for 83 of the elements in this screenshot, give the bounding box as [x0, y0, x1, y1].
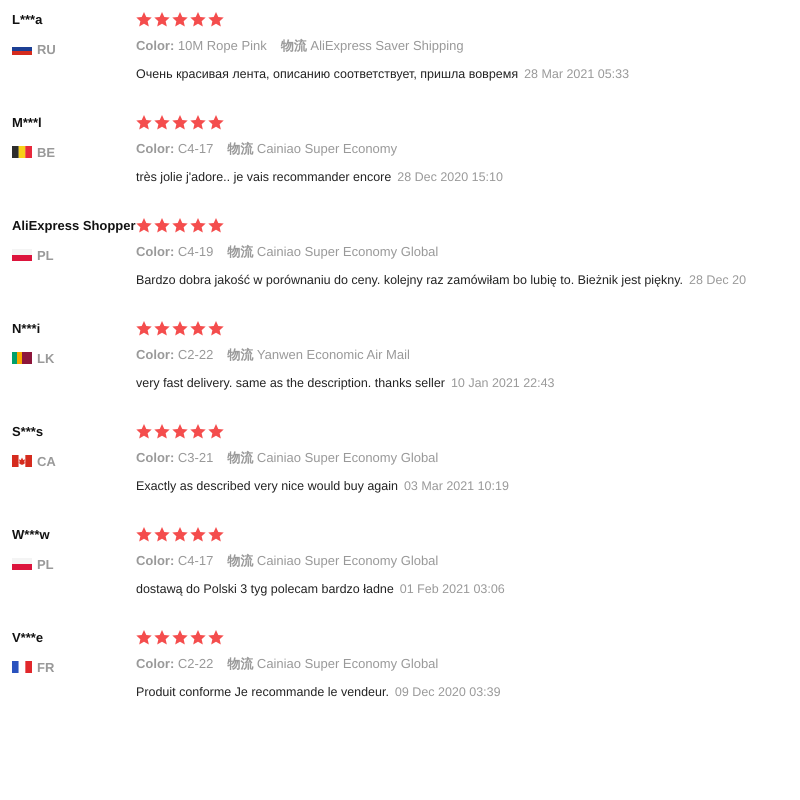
reviewer-name: M***l — [12, 114, 43, 132]
review-date: 28 Mar 2021 05:33 — [524, 66, 630, 82]
review-date: 28 Dec 2020 15:10 — [397, 168, 503, 186]
color-option: Color: C3-21 — [136, 448, 214, 468]
review-text: dostawą do Polski 3 tyg polecam bardzo ładne — [136, 580, 394, 598]
shipping-method: 物流 Cainiao Super Economy Global — [227, 655, 438, 673]
star-icon — [208, 321, 224, 336]
shipping-method: 物流 Cainiao Super Economy Global — [227, 243, 438, 261]
country-code: PL — [37, 246, 54, 264]
star-icon — [136, 12, 152, 27]
shipping-method: 物流 Cainiao Super Economy Global — [227, 449, 438, 467]
flag-icon — [12, 249, 32, 262]
reviewer-name: L***a — [12, 11, 44, 29]
flag-icon — [12, 146, 32, 158]
color-option: Color: C2-22 — [136, 654, 214, 674]
flag-icon — [12, 661, 32, 674]
star-icon — [190, 321, 206, 336]
shipping-method: 物流 Cainiao Super Economy Global — [227, 552, 438, 570]
review-text: Exactly as described very nice would buy again — [136, 478, 398, 495]
country-code: CA — [37, 452, 56, 470]
color-option: Color: C4-17 — [136, 551, 214, 570]
country-code: FR — [37, 658, 54, 676]
reviewer-name: AliExpress Shopper — [12, 217, 136, 235]
star-icon — [208, 218, 224, 233]
review-text: Очень красивая лента, описанию соответствует, пришла вовремя — [136, 66, 518, 83]
review-text: very fast delivery. same as the description. thanks seller — [136, 374, 445, 392]
star-icon — [208, 12, 224, 27]
star-icon — [172, 12, 188, 27]
country-code: PL — [37, 556, 54, 574]
reviewer-name: W***w — [12, 526, 51, 544]
star-icon — [136, 527, 152, 542]
star-icon — [190, 115, 206, 130]
shipping-method: 物流 AliExpress Saver Shipping — [280, 37, 464, 55]
star-icon — [208, 630, 224, 645]
review-text: très jolie j'adore.. je vais recommander encore — [136, 168, 392, 186]
star-icon — [136, 115, 152, 130]
reviewer-name: N***i — [12, 320, 42, 338]
star-icon — [190, 527, 206, 542]
star-icon — [172, 630, 188, 645]
star-icon — [172, 424, 188, 439]
country-code: RU — [37, 40, 56, 58]
review-date: 28 Dec 20 — [689, 272, 746, 288]
review-date: 03 Mar 2021 10:19 — [404, 478, 509, 494]
star-icon — [154, 527, 170, 542]
star-icon — [136, 218, 152, 233]
star-icon — [190, 630, 206, 645]
star-icon — [208, 527, 224, 542]
star-icon — [208, 115, 224, 130]
review-text: Produit conforme Je recommande le vendeur. — [136, 684, 389, 700]
star-icon — [172, 218, 188, 233]
star-icon — [154, 115, 170, 130]
review-date: 01 Feb 2021 03:06 — [400, 580, 505, 598]
star-icon — [154, 424, 170, 439]
color-option: Color: 10M Rope Pink — [136, 36, 267, 56]
shipping-method: 物流 Yanwen Economic Air Mail — [227, 346, 410, 364]
star-icon — [154, 630, 170, 645]
star-icon — [154, 218, 170, 233]
star-icon — [172, 527, 188, 542]
star-icon — [172, 115, 188, 130]
review-date: 10 Jan 2021 22:43 — [450, 374, 555, 392]
color-option: Color: C4-19 — [136, 242, 214, 262]
reviewer-name: S***s — [12, 423, 44, 441]
country-code: LK — [37, 350, 54, 368]
star-icon — [154, 12, 170, 27]
star-icon — [136, 321, 152, 336]
review-text: Bardzo dobra jakość w porównaniu do ceny. kolejny raz zamówiłam bo lubię to. Bieżnik jest piękny. — [136, 272, 684, 289]
star-icon — [208, 424, 224, 439]
country-code: BE — [37, 144, 56, 162]
flag-icon — [12, 455, 32, 468]
star-icon — [136, 424, 152, 439]
shipping-method: 物流 Cainiao Super Economy — [227, 140, 398, 158]
star-icon — [190, 12, 206, 27]
color-option: Color: C4-17 — [136, 139, 214, 158]
star-icon — [172, 321, 188, 336]
reviewer-name: V***e — [12, 629, 44, 647]
star-icon — [154, 321, 170, 336]
flag-icon — [12, 558, 32, 570]
star-icon — [136, 630, 152, 645]
review-date: 09 Dec 2020 03:39 — [394, 684, 501, 700]
star-icon — [190, 218, 206, 233]
star-icon — [190, 424, 206, 439]
color-option: Color: C2-22 — [136, 345, 214, 364]
flag-icon — [12, 352, 32, 364]
